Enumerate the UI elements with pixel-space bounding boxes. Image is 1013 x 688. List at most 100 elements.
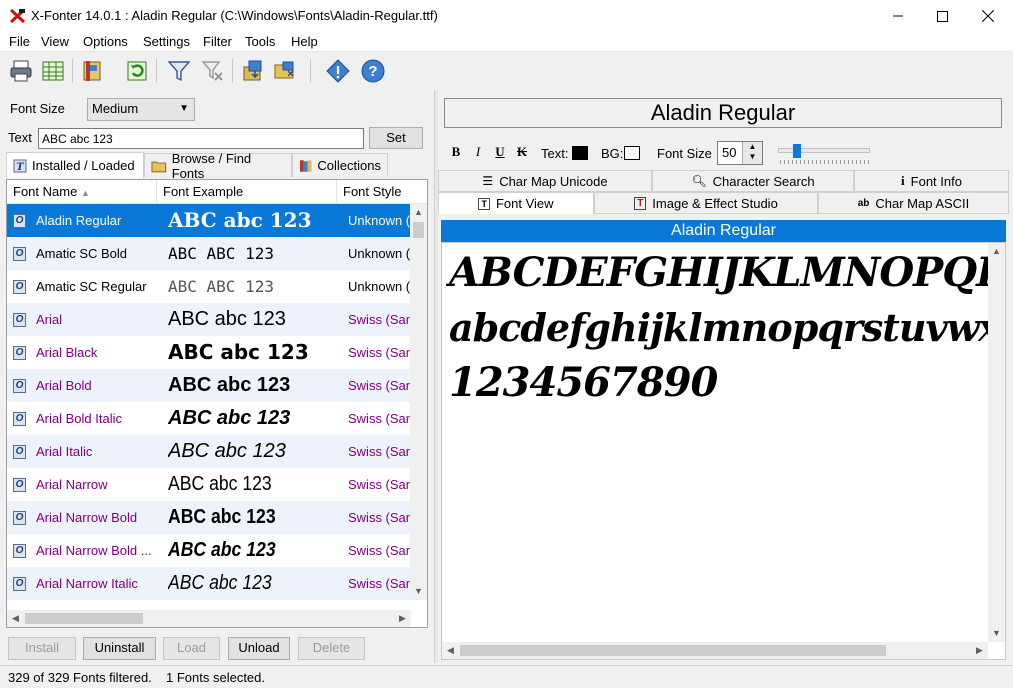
tab-char-map-unicode[interactable]: ☰ Char Map Unicode: [438, 170, 652, 192]
sort-ascending-icon: ▲: [80, 188, 90, 198]
filter-icon[interactable]: [166, 58, 192, 84]
bg-color-label: BG:: [601, 146, 624, 161]
text-color-swatch[interactable]: [572, 146, 588, 160]
menu-help[interactable]: Help: [291, 34, 318, 49]
toolbar: ?: [0, 53, 1013, 89]
font-list-vertical-scrollbar[interactable]: ▲ ▼: [410, 204, 427, 600]
tab-installed-loaded-label: Installed / Loaded: [32, 158, 135, 173]
font-list-row[interactable]: O Arial Narrow Italic ABC abc 123 Swiss (Sa…: [7, 567, 411, 600]
scroll-right-icon[interactable]: ▶: [394, 610, 411, 627]
tab-row-bottom: T Font View T Image & Effect Studio ab C…: [438, 192, 1010, 214]
tab-char-map-ascii[interactable]: ab Char Map ASCII: [818, 192, 1009, 214]
underline-button[interactable]: U: [493, 144, 507, 160]
menu-filter[interactable]: Filter: [203, 34, 232, 49]
tab-collections[interactable]: Collections: [292, 153, 388, 177]
menu-tools[interactable]: Tools: [245, 34, 275, 49]
column-font-name[interactable]: Font Name ▲: [7, 180, 157, 204]
font-list-row[interactable]: O Amatic SC Bold ABC ABC 123 Unknown (: [7, 237, 411, 270]
minimize-icon[interactable]: [875, 0, 921, 32]
scroll-up-icon[interactable]: ▲: [410, 204, 427, 221]
font-size-select[interactable]: Medium ▼: [87, 98, 195, 121]
scroll-left-icon[interactable]: ◀: [442, 642, 459, 659]
menu-view[interactable]: View: [41, 34, 69, 49]
font-list-row[interactable]: O Arial Bold Italic ABC abc 123 Swiss (San: [7, 402, 411, 435]
italic-button[interactable]: I: [471, 144, 485, 160]
font-view-icon: T: [478, 197, 490, 210]
tab-installed-loaded[interactable]: T Installed / Loaded: [6, 152, 144, 178]
refresh-icon[interactable]: [124, 58, 150, 84]
close-icon[interactable]: [965, 0, 1011, 32]
menu-options[interactable]: Options: [83, 34, 128, 49]
font-size-slider[interactable]: [778, 148, 870, 153]
font-style-cell: Swiss (San: [348, 543, 411, 558]
toolbar-separator: [232, 59, 233, 83]
menu-settings[interactable]: Settings: [143, 34, 190, 49]
horizontal-scroll-thumb[interactable]: [25, 613, 143, 624]
sample-text-input[interactable]: [38, 128, 364, 149]
column-font-name-label: Font Name: [13, 184, 78, 199]
unload-button[interactable]: Unload: [228, 637, 290, 660]
spreadsheet-icon[interactable]: [40, 58, 66, 84]
diamond-info-icon[interactable]: [325, 58, 351, 84]
bg-color-swatch[interactable]: [624, 146, 640, 160]
preview-horizontal-scrollbar[interactable]: ◀ ▶: [442, 642, 988, 659]
menu-file[interactable]: File: [9, 34, 30, 49]
opentype-font-icon: O: [13, 511, 26, 525]
scroll-down-icon[interactable]: ▼: [988, 625, 1005, 642]
scroll-up-icon[interactable]: ▲: [988, 243, 1005, 260]
status-selected: 1 Fonts selected.: [166, 670, 265, 685]
font-list-row[interactable]: O Arial Narrow Bold ... ABC abc 123 Swiss (…: [7, 534, 411, 567]
tab-font-info[interactable]: i Font Info: [854, 170, 1009, 192]
help-icon[interactable]: ?: [360, 58, 386, 84]
scroll-right-icon[interactable]: ▶: [971, 642, 988, 659]
scroll-left-icon[interactable]: ◀: [7, 610, 24, 627]
font-preview-canvas: ABCDEFGHIJKLMNOPQRSTUVW abcdefghijklmnop…: [441, 242, 1006, 660]
install-package-icon[interactable]: [240, 58, 266, 84]
maximize-icon[interactable]: [919, 0, 965, 32]
opentype-font-icon: O: [13, 478, 26, 492]
installed-tab-icon: T: [13, 159, 27, 173]
font-name-cell: Arial Italic: [36, 444, 93, 459]
font-size-spinner[interactable]: 50 ▲ ▼: [717, 141, 763, 165]
font-list-row[interactable]: O Aladin Regular ABC abc 123 Unknown (: [7, 204, 411, 237]
load-button[interactable]: Load: [163, 637, 220, 660]
uninstall-button[interactable]: Uninstall: [83, 637, 156, 660]
column-font-style[interactable]: Font Style: [337, 180, 427, 204]
set-button[interactable]: Set: [369, 127, 423, 149]
spinner-arrows-icon[interactable]: ▲ ▼: [742, 142, 762, 164]
preview-vertical-scrollbar[interactable]: ▲ ▼: [988, 243, 1005, 642]
font-size-spinner-value: 50: [722, 145, 737, 160]
clear-filter-icon[interactable]: [200, 58, 226, 84]
tab-image-effect-studio[interactable]: T Image & Effect Studio: [594, 192, 818, 214]
scroll-down-icon[interactable]: ▼: [410, 583, 427, 600]
tab-browse-find-fonts[interactable]: Browse / Find Fonts: [144, 151, 292, 181]
font-preview-panel: Aladin Regular B I U K Text: BG: Font Si…: [438, 90, 1013, 663]
tab-character-search[interactable]: 🔍︎ Character Search: [652, 170, 854, 192]
preview-lowercase: abcdefghijklmnopqrstuvwxyz: [449, 305, 1006, 350]
tab-font-view[interactable]: T Font View: [438, 192, 594, 214]
font-name-cell: Arial Black: [36, 345, 98, 360]
column-font-example[interactable]: Font Example: [157, 180, 337, 204]
font-list-row[interactable]: O Arial Black ABC abc 123 Swiss (San: [7, 336, 411, 369]
install-button[interactable]: Install: [8, 637, 76, 660]
font-size-slider-thumb[interactable]: [793, 144, 801, 158]
font-list-row[interactable]: O Amatic SC Regular ABC ABC 123 Unknown (: [7, 270, 411, 303]
vertical-scroll-thumb[interactable]: [413, 222, 424, 238]
bold-button[interactable]: B: [449, 144, 463, 160]
font-size-label: Font Size: [10, 101, 65, 116]
font-list-row[interactable]: O Arial Italic ABC abc 123 Swiss (San: [7, 435, 411, 468]
font-list-row[interactable]: O Arial Narrow ABC abc 123 Swiss (San: [7, 468, 411, 501]
folder-open-icon[interactable]: [272, 58, 298, 84]
opentype-font-icon: O: [13, 214, 26, 228]
font-list-row[interactable]: O Arial ABC abc 123 Swiss (San: [7, 303, 411, 336]
font-list-horizontal-scrollbar[interactable]: ◀ ▶: [7, 610, 411, 627]
print-icon[interactable]: [8, 58, 34, 84]
delete-button[interactable]: Delete: [298, 637, 365, 660]
book-icon[interactable]: [80, 58, 106, 84]
font-list-row[interactable]: O Arial Bold ABC abc 123 Swiss (San: [7, 369, 411, 402]
strikethrough-button[interactable]: K: [515, 144, 529, 160]
chevron-down-icon: ▼: [179, 103, 189, 114]
preview-horizontal-scroll-thumb[interactable]: [460, 645, 886, 656]
tab-character-search-label: Character Search: [712, 173, 815, 189]
font-list-row[interactable]: O Arial Narrow Bold ABC abc 123 Swiss (San: [7, 501, 411, 534]
